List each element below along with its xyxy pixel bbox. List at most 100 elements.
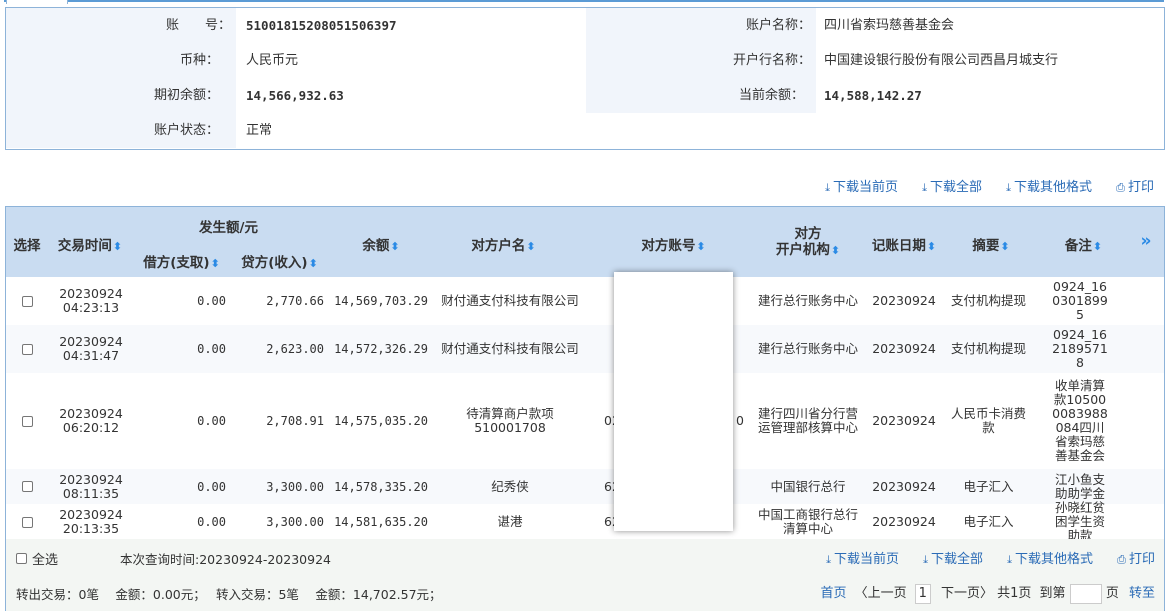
download-icon: ⤓ [825, 181, 830, 194]
currency: 人民币元 [246, 53, 299, 68]
row-select-cell[interactable] [11, 325, 43, 373]
cell-summary: 电子汇入 [963, 478, 1014, 494]
row-checkbox[interactable] [21, 415, 33, 427]
download-icon: ⤓ [1007, 553, 1013, 566]
header-summary[interactable]: 摘要⬍ [956, 234, 1026, 254]
cell-credit: 3,300.00 [266, 479, 324, 494]
print-button[interactable]: ⎙ 打印 [1117, 552, 1155, 567]
cell-debit: 0.00 [197, 479, 226, 494]
download-other-button[interactable]: ⤓ 下载其他格式 [1007, 552, 1093, 567]
cell-credit: 2,770.66 [266, 294, 324, 308]
download-all-button[interactable]: ⤓ 下载全部 [922, 180, 982, 195]
pagination: 首页 〈上一页 1 下一页〉 共1页 到第 页 转至 [821, 582, 1155, 604]
download-icon: ⤓ [922, 181, 927, 194]
total-pages: 共1页 [997, 586, 1032, 601]
row-checkbox[interactable] [21, 295, 33, 307]
download-other-button[interactable]: ⤓ 下载其他格式 [1006, 180, 1092, 195]
current-balance: 14,588,142.27 [824, 88, 922, 103]
info-row-account: 账 号： 51001815208051506397 账户名称： 四川省索玛慈善基… [6, 8, 1164, 43]
sort-icon: ⬍ [696, 240, 706, 253]
top-actions: ⤓ 下载当前页 ⤓ 下载全部 ⤓ 下载其他格式 ⎙ 打印 [805, 176, 1154, 195]
row-select-cell[interactable] [11, 504, 43, 540]
cell-date: 20230924 [59, 471, 123, 487]
row-select-cell[interactable] [11, 469, 43, 504]
account-no: 51001815208051506397 [246, 18, 397, 33]
cell-counterparty-bank: 中国工商银行总行清算中心 [758, 507, 859, 536]
info-row-status: 账户状态： 正常 [6, 113, 1164, 148]
next-page-link[interactable]: 下一页〉 [941, 586, 993, 601]
row-checkbox[interactable] [21, 516, 33, 528]
cell-credit: 3,300.00 [266, 515, 324, 529]
cell-time: 20230924 04:31:47 [51, 325, 131, 373]
cell-credit: 2,708.91 [266, 414, 324, 428]
header-counterparty-bank[interactable]: 对方 开户机构⬍ [758, 226, 858, 259]
cell-debit: 0.00 [197, 414, 226, 428]
row-select-cell[interactable] [11, 373, 43, 469]
cell-balance: 14,578,335.20 [334, 479, 428, 494]
current-page[interactable]: 1 [914, 583, 931, 604]
table-row[interactable]: 20230924 04:31:47 0.00 2,623.00 14,572,326.2… [6, 325, 1164, 373]
cell-clock: 04:31:47 [62, 348, 120, 363]
download-icon: ⤓ [923, 553, 928, 566]
row-checkbox[interactable] [21, 481, 33, 492]
cell-counterparty-name: 待清算商户款项510001708 [466, 406, 554, 435]
row-select-cell[interactable] [11, 277, 43, 325]
goto-label: 到第 [1039, 586, 1066, 601]
first-page-link[interactable]: 首页 [821, 586, 847, 601]
select-all-label: 全选 [32, 553, 59, 568]
query-time: 本次查询时间:20230924-20230924 [120, 552, 331, 567]
row-checkbox[interactable] [21, 343, 33, 355]
account-info-panel: 账 号： 51001815208051506397 账户名称： 四川省索玛慈善基… [5, 7, 1165, 150]
cell-clock: 20:13:35 [62, 521, 120, 536]
header-counterparty-name[interactable]: 对方户名⬍ [446, 234, 561, 254]
cell-post-date: 20230924 [872, 293, 936, 308]
cell-post-date: 20230924 [872, 413, 936, 428]
download-icon: ⤓ [1006, 181, 1012, 194]
goto-page-input[interactable] [1069, 583, 1102, 604]
cell-summary: 电子汇入 [963, 514, 1014, 529]
select-all-control[interactable]: 全选 [16, 549, 58, 568]
download-all-button[interactable]: ⤓ 下载全部 [923, 552, 983, 567]
cell-balance: 14,569,703.29 [334, 294, 428, 308]
info-row-currency: 币种： 人民币元 开户行名称： 中国建设银行股份有限公司西昌月城支行 [6, 43, 1164, 78]
download-page-button[interactable]: ⤓ 下载当前页 [825, 180, 898, 195]
cell-remark: 孙晓红贫困学生资助款 [1054, 500, 1105, 541]
account-name: 四川省索玛慈善基金会 [824, 18, 955, 33]
header-counterparty-account[interactable]: 对方账号⬍ [611, 234, 736, 254]
header-debit[interactable]: 借方(支取)⬍ [134, 251, 229, 271]
header-balance[interactable]: 余额⬍ [336, 234, 426, 254]
cell-balance: 14,572,326.29 [334, 342, 428, 356]
info-row-balance: 期初余额： 14,566,932.63 当前余额： 14,588,142.27 [6, 78, 1164, 113]
header-credit[interactable]: 贷方(收入)⬍ [232, 251, 327, 271]
table-row[interactable]: 20230924 20:13:35 0.00 3,300.00 14,581,635.2… [6, 500, 1164, 541]
cell-remark: 收单清算款105000083988084四川省索玛慈善基金会 [1052, 378, 1108, 463]
account-tail: 0 [736, 413, 744, 428]
table-row[interactable]: 20230924 06:20:12 0.00 2,708.91 14,575,035.2… [6, 373, 1164, 469]
opening-balance: 14,566,932.63 [246, 88, 344, 103]
cell-clock: 08:11:35 [62, 485, 120, 501]
table-row[interactable]: 20230924 04:23:13 0.00 2,770.66 14,569,703.2… [6, 277, 1164, 325]
active-tab[interactable] [6, 0, 68, 4]
header-post-date[interactable]: 记账日期⬍ [864, 234, 944, 254]
printer-icon: ⎙ [1116, 181, 1125, 194]
download-icon: ⤓ [826, 553, 831, 566]
sort-icon: ⬍ [1000, 240, 1010, 253]
expand-columns-icon[interactable]: » [1134, 231, 1158, 251]
cell-counterparty-name: 财付通支付科技有限公司 [441, 341, 579, 356]
header-remark[interactable]: 备注⬍ [1051, 234, 1116, 254]
cell-debit: 0.00 [197, 294, 226, 308]
print-button[interactable]: ⎙ 打印 [1116, 180, 1154, 195]
transaction-stats: 转出交易：0笔 金额：0.00元； 转入交易：5笔 金额：14,702.57元； [16, 587, 442, 602]
cell-post-date: 20230924 [872, 478, 936, 494]
cell-balance: 14,581,635.20 [334, 515, 428, 529]
select-all-checkbox[interactable] [16, 553, 27, 564]
cell-clock: 06:20:12 [62, 420, 120, 435]
header-time[interactable]: 交易时间⬍ [50, 234, 130, 254]
prev-page-link[interactable]: 〈上一页 [855, 586, 907, 601]
table-row[interactable]: 20230924 08:11:35 0.00 3,300.00 14,578,335.2… [6, 469, 1164, 504]
cell-time: 20230924 08:11:35 [51, 469, 131, 504]
cell-counterparty-name: 纪秀侠 [491, 478, 529, 494]
goto-button[interactable]: 转至 [1129, 586, 1155, 601]
download-page-button[interactable]: ⤓ 下载当前页 [826, 552, 899, 567]
cell-summary: 人民币卡消费款 [951, 406, 1027, 435]
